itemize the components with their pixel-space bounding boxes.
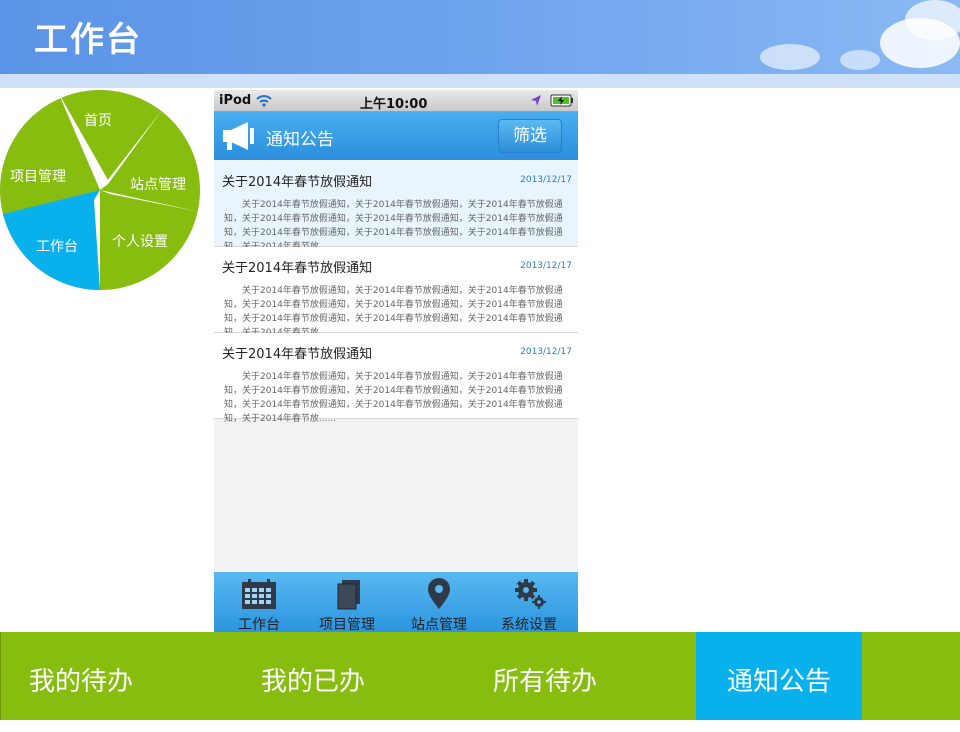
pie-item-project-management[interactable]: 项目管理	[10, 166, 66, 186]
notice-body: 关于2014年春节放假通知，关于2014年春节放假通知，关于2014年春节放假通…	[224, 200, 563, 252]
location-pin-icon	[428, 578, 450, 609]
pie-menu: 首页 站点管理 个人设置 工作台 项目管理	[0, 88, 205, 293]
page-title: 工作台	[34, 20, 142, 60]
app-tabbar: 工作台 项目管理 站点管理 系统设置	[214, 572, 578, 632]
location-arrow-icon	[531, 95, 541, 106]
tab-label: 系统设置	[501, 617, 557, 632]
notice-date: 2013/12/17	[520, 175, 572, 185]
cloud-decoration	[760, 44, 820, 70]
notice-item[interactable]: 关于2014年春节放假通知 2013/12/17 关于2014年春节放假通知，关…	[214, 247, 578, 338]
pie-item-personal-settings[interactable]: 个人设置	[112, 231, 168, 251]
tab-workbench[interactable]: 工作台	[214, 572, 304, 632]
nav-announcements[interactable]: 通知公告	[696, 632, 862, 720]
tab-system-settings[interactable]: 系统设置	[484, 572, 574, 632]
megaphone-icon	[223, 122, 254, 150]
notice-item[interactable]: 关于2014年春节放假通知 2013/12/17 关于2014年春节放假通知，关…	[214, 333, 578, 424]
notice-date: 2013/12/17	[520, 261, 572, 271]
notice-item[interactable]: 关于2014年春节放假通知 2013/12/17 关于2014年春节放假通知，关…	[214, 161, 578, 252]
tab-label: 工作台	[238, 617, 280, 632]
app-navbar: 通知公告 筛选	[214, 112, 578, 160]
bottom-nav: 我的待办 我的已办 所有待办 通知公告	[0, 632, 960, 720]
tab-site-management[interactable]: 站点管理	[394, 572, 484, 632]
pie-item-home[interactable]: 首页	[84, 110, 112, 130]
carrier-label: iPod	[219, 93, 252, 108]
nav-my-done[interactable]: 我的已办	[261, 632, 365, 720]
nav-all-todo[interactable]: 所有待办	[493, 632, 597, 720]
navbar-title: 通知公告	[266, 130, 334, 150]
phone-screen: iPod 上午10:00 通知公告 筛选 关于2014年春节放假通知 2013/…	[214, 90, 578, 632]
tab-project-management[interactable]: 项目管理	[302, 572, 392, 632]
header-banner: 工作台	[0, 0, 960, 74]
filter-button[interactable]: 筛选	[498, 119, 562, 153]
cloud-decoration	[840, 50, 880, 70]
pie-item-workbench[interactable]: 工作台	[36, 236, 78, 256]
divider	[0, 632, 1, 720]
notice-body: 关于2014年春节放假通知，关于2014年春节放假通知，关于2014年春节放假通…	[224, 372, 563, 424]
gear-icon	[515, 579, 546, 609]
notice-body: 关于2014年春节放假通知，关于2014年春节放假通知，关于2014年春节放假通…	[224, 286, 563, 338]
status-bar: iPod 上午10:00	[214, 90, 578, 112]
clock-label: 上午10:00	[360, 97, 428, 112]
notice-title: 关于2014年春节放假通知	[222, 175, 373, 190]
tab-label: 站点管理	[411, 617, 467, 632]
pie-item-site-management[interactable]: 站点管理	[130, 174, 186, 194]
header-strip	[0, 74, 960, 88]
notice-date: 2013/12/17	[520, 347, 572, 357]
cloud-decoration	[905, 0, 960, 40]
notice-title: 关于2014年春节放假通知	[222, 261, 373, 276]
wifi-icon	[256, 95, 272, 107]
tab-label: 项目管理	[319, 617, 375, 632]
document-icon	[337, 580, 360, 610]
battery-icon	[550, 94, 573, 107]
nav-my-todo[interactable]: 我的待办	[29, 632, 133, 720]
calendar-icon	[242, 579, 276, 609]
notice-title: 关于2014年春节放假通知	[222, 347, 373, 362]
